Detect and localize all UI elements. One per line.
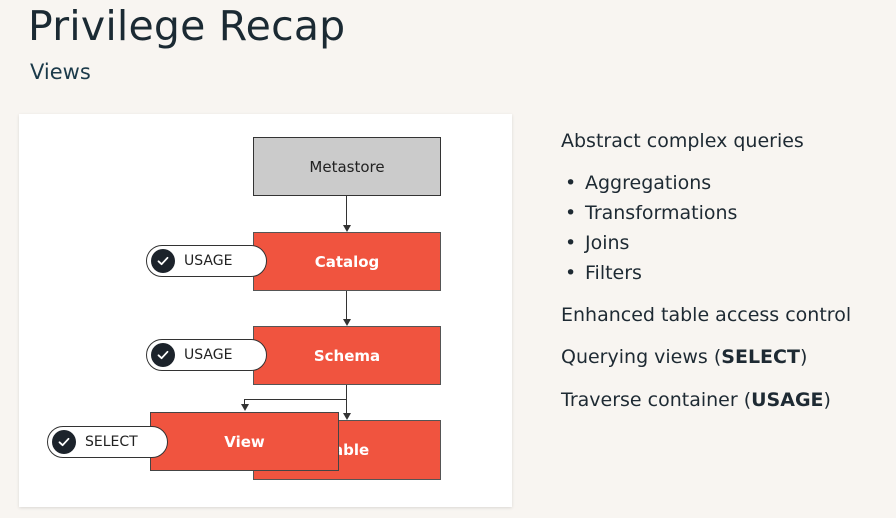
notes-heading: Abstract complex queries: [561, 130, 804, 152]
notes-traverse: Traverse container (USAGE): [561, 389, 831, 411]
check-icon: [151, 249, 175, 273]
view-select-badge: SELECT: [47, 426, 168, 458]
arrowhead-view: [241, 404, 249, 411]
badge-label: USAGE: [184, 347, 233, 363]
schema-node: Schema: [253, 326, 441, 385]
notes-enhanced: Enhanced table access control: [561, 304, 852, 326]
page-subtitle: Views: [30, 60, 91, 84]
bullet-item: • Filters: [565, 262, 642, 284]
arrowhead-schema: [343, 319, 351, 326]
catalog-node: Catalog: [253, 232, 441, 291]
view-node: View: [150, 412, 339, 471]
bullet-item: • Joins: [565, 232, 630, 254]
connector-metastore-catalog: [346, 196, 347, 226]
page-title: Privilege Recap: [28, 2, 346, 50]
privilege-diagram: Metastore Catalog Schema Table View USAG…: [19, 114, 512, 507]
bullet-item: • Aggregations: [565, 172, 712, 194]
metastore-node: Metastore: [253, 137, 441, 196]
catalog-usage-badge: USAGE: [146, 245, 267, 277]
connector-branch-horizontal: [244, 399, 347, 400]
arrowhead-catalog: [343, 225, 351, 232]
arrowhead-table: [343, 413, 351, 420]
badge-label: USAGE: [184, 253, 233, 269]
schema-usage-badge: USAGE: [146, 339, 267, 371]
check-icon: [151, 343, 175, 367]
check-icon: [52, 430, 76, 454]
badge-label: SELECT: [85, 434, 138, 450]
connector-catalog-schema: [346, 291, 347, 320]
notes-querying: Querying views (SELECT): [561, 346, 808, 368]
bullet-item: • Transformations: [565, 202, 738, 224]
